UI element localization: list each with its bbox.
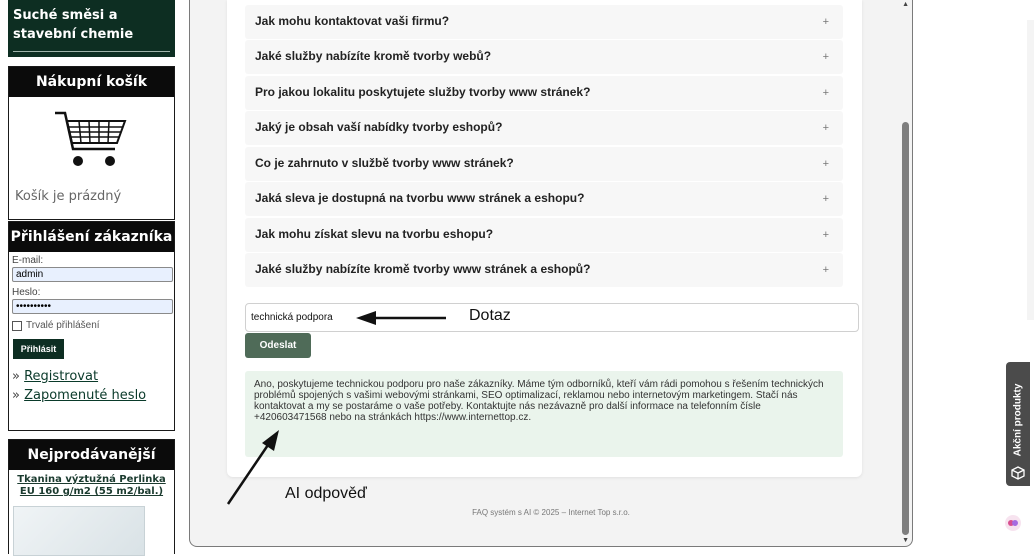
query-annotation: Dotaz [469, 307, 511, 324]
answer-arrow-icon [226, 430, 279, 505]
query-arrow-icon [356, 311, 446, 325]
akcni-produkty-label: Akční produkty [1012, 383, 1024, 457]
page-edge [1027, 20, 1034, 320]
answer-annotation: AI odpověď [285, 485, 367, 502]
annotation-overlay [226, 311, 446, 505]
akcni-produkty-tab[interactable]: Akční produkty [1006, 362, 1030, 486]
box-icon [1011, 466, 1025, 480]
ai-assistant-icon[interactable] [1005, 515, 1021, 531]
